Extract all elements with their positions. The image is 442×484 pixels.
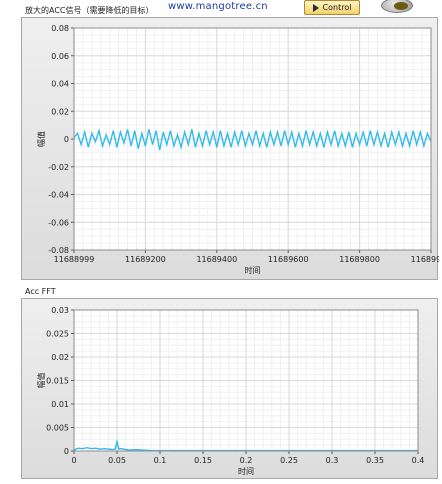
y-axis-label: 幅值 [36, 131, 46, 147]
signal-title: 放大的ACC信号（需要降低的目标） [25, 5, 154, 16]
x-tick-label: 0.3 [326, 456, 339, 465]
y-tick-label: 0.015 [46, 377, 69, 386]
x-tick-label: 0.05 [108, 456, 126, 465]
x-tick-label: 11689200 [125, 255, 166, 264]
x-tick-label: 11689800 [339, 255, 380, 264]
y-tick-label: -0.08 [48, 246, 69, 255]
x-tick-label: 0.4 [412, 456, 425, 465]
fft-title: Acc FFT [25, 287, 56, 296]
y-tick-label: 0.02 [51, 353, 69, 362]
y-tick-label: 0.04 [51, 80, 69, 89]
x-tick-label: 11689999 [411, 255, 439, 264]
y-tick-label: 0 [64, 135, 69, 144]
y-tick-label: 0.01 [51, 400, 69, 409]
x-tick-label: 0.35 [366, 456, 384, 465]
fft-chart-panel: 0 0.05 0.1 0.15 0.2 0.25 0.3 0.35 0.4 0.03 0.025 0.… [21, 298, 438, 479]
y-tick-label: -0.06 [48, 218, 69, 227]
y-tick-label: 0.025 [46, 330, 69, 339]
fft-chart: 0 0.05 0.1 0.15 0.2 0.25 0.3 0.35 0.4 0.03 0.025 0.… [22, 299, 439, 480]
y-tick-label: 0.02 [51, 107, 69, 116]
y-tick-label: -0.04 [48, 191, 69, 200]
y-tick-label: -0.02 [48, 163, 69, 172]
x-tick-label: 0.15 [194, 456, 212, 465]
y-tick-label: 0 [64, 447, 69, 456]
control-button-label: Control [323, 3, 352, 12]
x-tick-label: 0.25 [280, 456, 298, 465]
x-tick-label: 0.1 [154, 456, 167, 465]
x-tick-label: 11689600 [268, 255, 309, 264]
y-tick-label: 0.03 [51, 306, 69, 315]
x-tick-label: 11689400 [196, 255, 237, 264]
x-tick-label: 0.2 [240, 456, 253, 465]
y-tick-label: 0.005 [46, 424, 69, 433]
play-icon [313, 4, 319, 12]
control-button[interactable]: Control [304, 0, 360, 15]
x-tick-label: 0 [71, 456, 76, 465]
x-tick-label: 11688999 [54, 255, 95, 264]
y-axis-label: 幅值 [36, 373, 46, 389]
site-url[interactable]: www.mangotree.cn [168, 1, 268, 12]
signal-chart-panel: 11688999 11689200 11689400 11689600 11689800… [21, 17, 438, 280]
y-tick-label: 0.06 [51, 52, 69, 61]
x-axis-label: 时间 [238, 466, 254, 476]
signal-chart: 11688999 11689200 11689400 11689600 11689800… [22, 18, 439, 281]
y-tick-label: 0.08 [51, 24, 69, 33]
toggle-switch[interactable] [381, 0, 413, 13]
x-axis-label: 时间 [245, 265, 261, 275]
